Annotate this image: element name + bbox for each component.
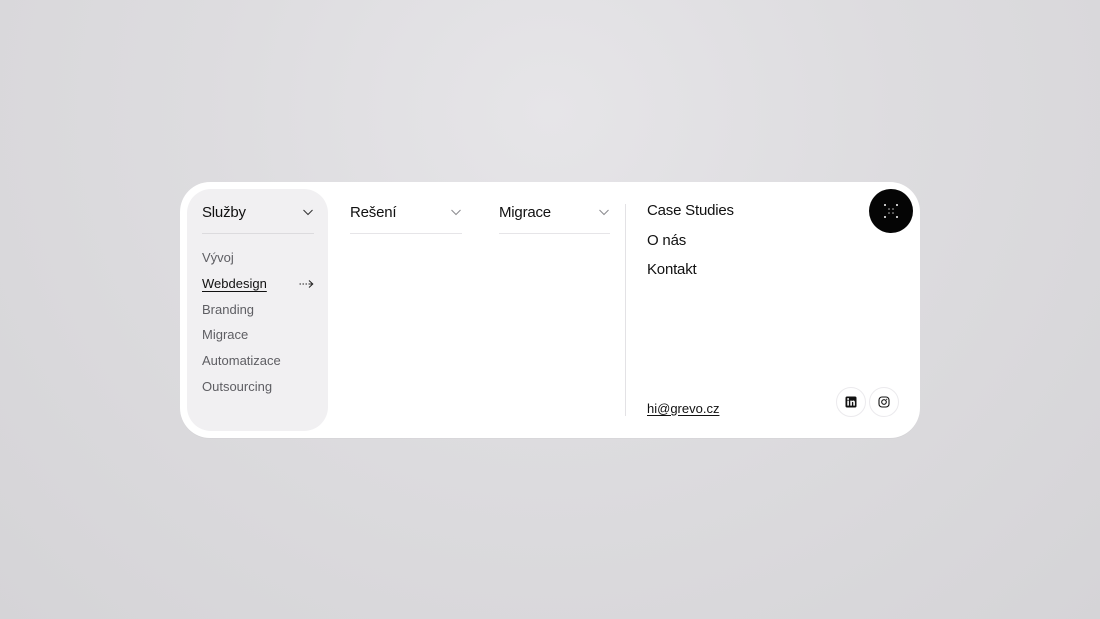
services-divider — [202, 233, 314, 234]
navigation-menu-panel: Služby Vývoj Webdesign Branding Migrace — [180, 182, 920, 438]
services-submenu: Vývoj Webdesign Branding Migrace Automat… — [202, 245, 314, 399]
arrow-right-icon — [299, 279, 314, 288]
chevron-down-icon — [303, 209, 313, 216]
services-dropdown-toggle[interactable]: Služby — [202, 202, 314, 222]
submenu-item-vyvoj[interactable]: Vývoj — [202, 245, 314, 271]
solutions-dropdown-toggle[interactable]: Rešení — [350, 202, 462, 222]
instagram-button[interactable] — [869, 387, 899, 417]
services-column: Služby Vývoj Webdesign Branding Migrace — [187, 189, 328, 431]
submenu-item-outsourcing[interactable]: Outsourcing — [202, 373, 314, 399]
main-links: Case Studies O nás Kontakt — [647, 200, 734, 289]
chevron-down-icon — [599, 209, 609, 216]
vertical-divider — [625, 204, 626, 416]
email-link[interactable]: hi@grevo.cz — [647, 401, 719, 416]
migration-dropdown-toggle[interactable]: Migrace — [499, 202, 610, 222]
linkedin-button[interactable] — [836, 387, 866, 417]
migration-label: Migrace — [499, 203, 551, 221]
chevron-down-icon — [451, 209, 461, 216]
submenu-item-branding[interactable]: Branding — [202, 296, 314, 322]
migration-divider — [499, 233, 610, 234]
link-case-studies[interactable]: Case Studies — [647, 200, 734, 230]
submenu-item-migrace[interactable]: Migrace — [202, 322, 314, 348]
submenu-item-webdesign[interactable]: Webdesign — [202, 271, 314, 297]
link-about[interactable]: O nás — [647, 230, 734, 260]
services-label: Služby — [202, 203, 246, 221]
menu-toggle-button[interactable] — [869, 189, 913, 233]
submenu-item-automatizace[interactable]: Automatizace — [202, 348, 314, 374]
dots-grid-icon — [884, 204, 898, 218]
solutions-label: Rešení — [350, 203, 397, 221]
linkedin-icon — [845, 396, 857, 408]
link-contact[interactable]: Kontakt — [647, 259, 734, 289]
instagram-icon — [878, 396, 890, 408]
solutions-divider — [350, 233, 462, 234]
